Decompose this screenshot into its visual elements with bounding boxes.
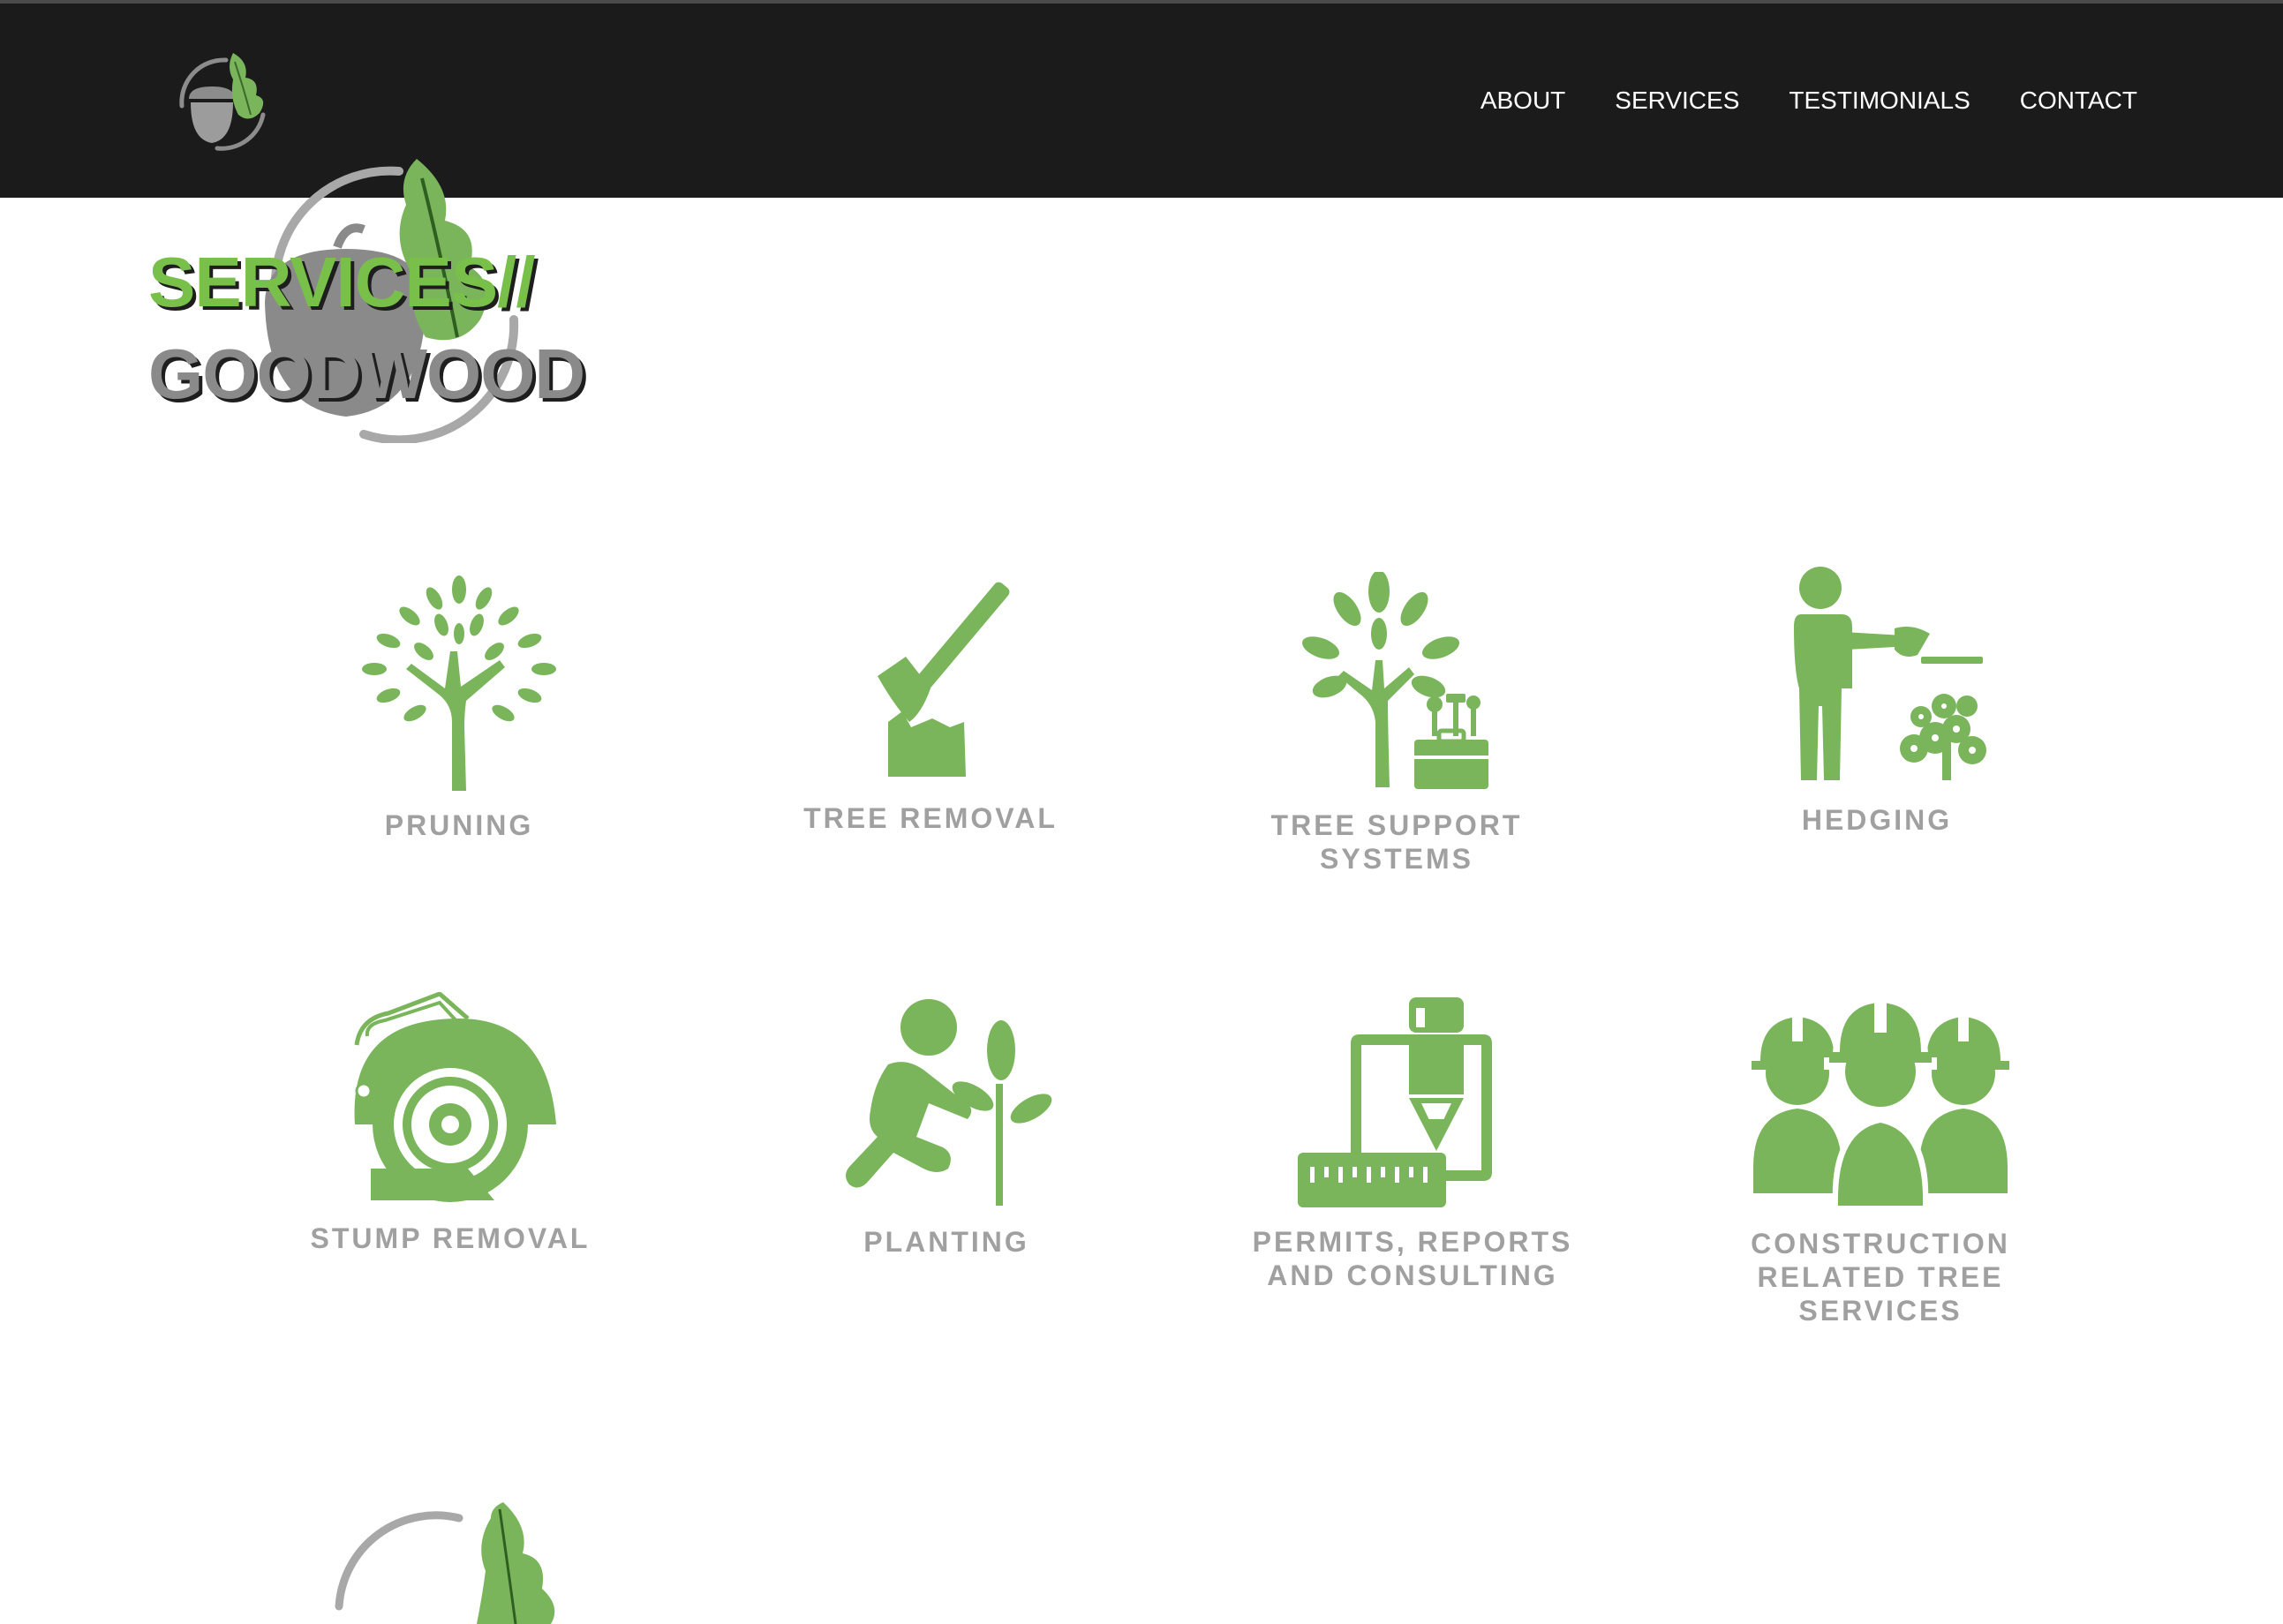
service-planting[interactable]: PLANTING	[752, 996, 1141, 1259]
nav-link-contact[interactable]: CONTACT	[2020, 86, 2137, 115]
service-label: STUMP REMOVAL	[310, 1222, 591, 1254]
hedge-trimmer-icon	[1794, 567, 1986, 780]
acorn-footer-logo-icon	[335, 1502, 555, 1624]
service-label: CONSTRUCTION RELATED TREE SERVICES	[1751, 1228, 2010, 1327]
stump-grinder-icon	[354, 992, 556, 1202]
service-label: PERMITS, REPORTS AND CONSULTING	[1252, 1226, 1573, 1291]
service-label: HEDGING	[1801, 804, 1953, 836]
main-nav: ABOUT SERVICES TESTIMONIALS CONTACT	[1481, 86, 2137, 115]
service-stump-removal[interactable]: STUMP REMOVAL	[256, 992, 644, 1255]
service-hedging[interactable]: HEDGING	[1683, 565, 2071, 837]
acorn-logo-icon[interactable]	[164, 44, 279, 159]
service-label: TREE SUPPORT SYSTEMS	[1270, 809, 1523, 875]
tree-toolbox-icon	[1301, 572, 1488, 789]
tree-icon	[362, 575, 556, 791]
service-tree-support-systems[interactable]: TREE SUPPORT SYSTEMS	[1202, 572, 1591, 876]
page-title-services: SERVICES//	[148, 243, 536, 321]
axe-stump-icon	[878, 582, 1010, 777]
page-title-brand: GOODWOOD	[148, 335, 585, 413]
nav-link-services[interactable]: SERVICES	[1615, 86, 1739, 115]
workers-hardhat-icon	[1752, 999, 2009, 1206]
service-tree-removal[interactable]: TREE REMOVAL	[736, 572, 1125, 835]
nav-link-about[interactable]: ABOUT	[1481, 86, 1565, 115]
service-construction-related[interactable]: CONSTRUCTION RELATED TREE SERVICES	[1686, 994, 2075, 1327]
nav-link-testimonials[interactable]: TESTIMONIALS	[1789, 86, 1970, 115]
service-label: PRUNING	[384, 809, 534, 841]
service-pruning[interactable]: PRUNING	[265, 572, 653, 842]
pen-ruler-icon	[1298, 997, 1492, 1207]
service-label: TREE REMOVAL	[803, 802, 1058, 834]
service-permits-reports-consulting[interactable]: PERMITS, REPORTS AND CONSULTING	[1218, 996, 1607, 1292]
planting-person-icon	[846, 999, 1052, 1206]
service-label: PLANTING	[863, 1226, 1029, 1258]
